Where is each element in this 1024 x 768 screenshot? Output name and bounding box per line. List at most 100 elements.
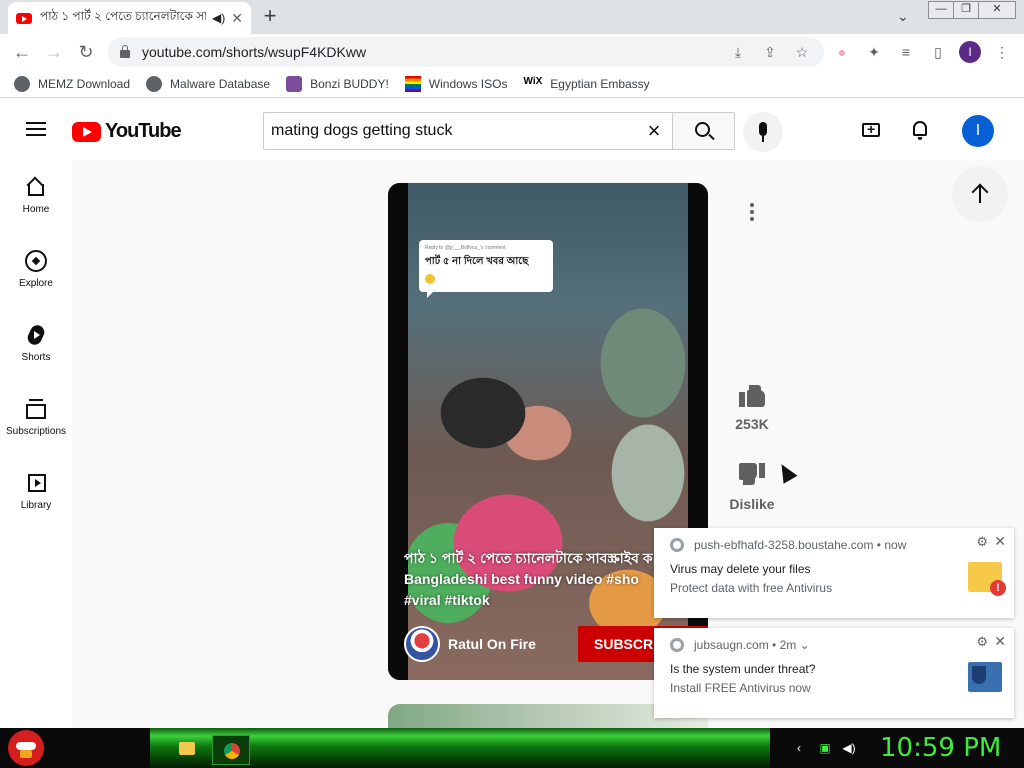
channel-avatar[interactable] [404, 626, 440, 662]
like-button[interactable]: 253K [727, 382, 777, 432]
minimize-button[interactable]: — [928, 1, 954, 19]
masthead: YouTube mating dogs getting stuck × I [0, 98, 1024, 160]
youtube-wordmark: YouTube [105, 120, 182, 142]
bonzi-icon [286, 75, 303, 92]
guide-label: Home [22, 204, 50, 215]
guide-label: Subscriptions [5, 426, 67, 437]
notification-body: Install FREE Antivirus now [670, 681, 811, 695]
like-count: 253K [735, 416, 769, 432]
previous-short-arrow-icon[interactable] [952, 166, 1008, 222]
profile-avatar[interactable]: I [959, 41, 981, 63]
thumbs-up-icon [739, 382, 765, 408]
tab-strip: পাঠ ১ পার্ট ২ পেতে চ্যানেলটাকে সা ◀) ✕ +… [0, 0, 1024, 34]
notification-virus-warning[interactable]: push-ebfhafd-3258.boustahe.com • now Vir… [654, 528, 1014, 618]
notification-time: now [884, 538, 907, 552]
lock-icon[interactable] [120, 45, 130, 58]
guide-label: Shorts [21, 352, 51, 363]
browser-tab[interactable]: পাঠ ১ পার্ট ২ পেতে চ্যানেলটাকে সা ◀) ✕ [8, 2, 251, 34]
bookmark-bonzi-buddy[interactable]: Bonzi BUDDY! [286, 75, 389, 92]
close-window-button[interactable]: ✕ [978, 1, 1016, 19]
bookmark-label: Malware Database [170, 76, 271, 91]
notification-settings-gear-icon[interactable]: ⚙ [976, 534, 988, 550]
bookmark-windows-isos[interactable]: Windows ISOs [404, 75, 507, 92]
voice-search-mic-icon[interactable] [743, 112, 783, 152]
extensions-puzzle-icon[interactable]: ✦ [865, 43, 883, 61]
notifications-bell-icon[interactable] [908, 118, 932, 142]
start-button-angry-bird-icon[interactable] [8, 730, 44, 766]
guide-item-explore[interactable]: Explore [0, 234, 72, 304]
battery-icon[interactable]: ▣ [818, 741, 832, 755]
tab-search-chevron-icon[interactable]: ⌄ [897, 8, 909, 25]
create-video-icon[interactable] [862, 121, 880, 137]
tray-chevron-icon[interactable]: ‹ [792, 741, 806, 755]
taskbar-clock[interactable]: 10:59 PM [880, 733, 1001, 763]
notification-close-icon[interactable]: ✕ [994, 633, 1006, 650]
hamburger-menu-icon[interactable] [26, 122, 46, 136]
channel-name[interactable]: Ratul On Fire [448, 636, 536, 652]
install-app-icon[interactable]: ⤓ [729, 43, 747, 61]
share-icon[interactable]: ⇪ [761, 43, 779, 61]
back-icon[interactable]: ← [10, 40, 34, 64]
side-panel-icon[interactable]: ▯ [929, 43, 947, 61]
search-input[interactable]: mating dogs getting stuck × [263, 112, 673, 150]
guide-item-shorts[interactable]: Shorts [0, 308, 72, 378]
shorts-icon [25, 324, 47, 346]
thumbs-down-icon [739, 462, 765, 488]
guide-item-home[interactable]: Home [0, 160, 72, 230]
bookmark-malware-database[interactable]: Malware Database [146, 75, 271, 92]
youtube-play-icon [72, 121, 101, 142]
bookmarks-bar: MEMZ Download Malware Database Bonzi BUD… [0, 70, 1024, 98]
maximize-button[interactable]: ❐ [953, 1, 979, 19]
home-icon [25, 176, 47, 198]
shield-computer-icon [968, 662, 1002, 692]
search-query[interactable]: mating dogs getting stuck [271, 122, 636, 140]
notification-close-icon[interactable]: ✕ [994, 533, 1006, 550]
guide-label: Explore [19, 278, 53, 289]
dislike-button[interactable]: Dislike [727, 462, 777, 512]
notification-source: push-ebfhafd-3258.boustahe.com [694, 538, 874, 552]
chrome-icon [670, 538, 684, 552]
guide-sidebar: Home Explore Shorts Subscriptions Librar… [0, 160, 72, 728]
file-explorer-taskbar-icon[interactable] [168, 735, 206, 765]
subscriptions-icon [25, 398, 47, 420]
notification-title: Virus may delete your files [670, 562, 811, 576]
clear-search-icon[interactable]: × [636, 118, 672, 144]
channel-info[interactable]: Ratul On Fire [404, 626, 536, 662]
address-bar[interactable]: youtube.com/shorts/wsupF4KDKww [108, 37, 824, 67]
account-avatar[interactable]: I [962, 115, 994, 147]
tab-close-icon[interactable]: ✕ [231, 10, 243, 27]
guide-item-subscriptions[interactable]: Subscriptions [0, 382, 72, 452]
notification-source: jubsaugn.com [694, 638, 769, 652]
more-options-icon[interactable] [744, 203, 760, 223]
media-controls-icon[interactable]: ≡ [897, 43, 915, 61]
emoji-icon [425, 274, 435, 284]
youtube-logo[interactable]: YouTube [72, 120, 182, 143]
speaker-icon[interactable]: ◀) [212, 11, 225, 25]
forward-icon[interactable]: → [42, 40, 66, 64]
volume-icon[interactable]: ◀) [842, 741, 856, 755]
guide-item-library[interactable]: Library [0, 456, 72, 526]
wix-icon: WiX [523, 75, 543, 87]
bookmark-label: Egyptian Embassy [550, 76, 650, 91]
notification-settings-gear-icon[interactable]: ⚙ [976, 634, 988, 650]
extension-flag-icon[interactable]: ● [833, 43, 851, 61]
globe-icon [14, 75, 30, 92]
bookmark-egyptian-embassy[interactable]: WiX Egyptian Embassy [523, 76, 649, 92]
globe-icon [146, 75, 163, 92]
bookmark-star-icon[interactable]: ☆ [793, 43, 811, 61]
new-tab-button[interactable]: + [259, 5, 281, 27]
browser-menu-icon[interactable]: ⋮ [993, 43, 1011, 61]
dislike-label: Dislike [729, 496, 775, 512]
search-button[interactable] [672, 112, 735, 150]
bookmark-label: Bonzi BUDDY! [310, 76, 389, 91]
youtube-favicon-icon [16, 12, 32, 24]
chevron-down-icon[interactable]: ⌄ [796, 638, 810, 652]
url-text[interactable]: youtube.com/shorts/wsupF4KDKww [142, 44, 824, 60]
compass-icon [25, 250, 47, 272]
rainbow-flag-icon [404, 75, 421, 92]
notification-system-threat[interactable]: jubsaugn.com • 2m ⌄ Is the system under … [654, 628, 1014, 718]
bookmark-memz[interactable]: MEMZ Download [14, 75, 130, 92]
chrome-taskbar-icon[interactable] [212, 735, 250, 765]
reload-icon[interactable]: ↻ [74, 40, 98, 64]
reply-text: পার্ট ৫ না দিলে খবর আছে [425, 256, 529, 267]
